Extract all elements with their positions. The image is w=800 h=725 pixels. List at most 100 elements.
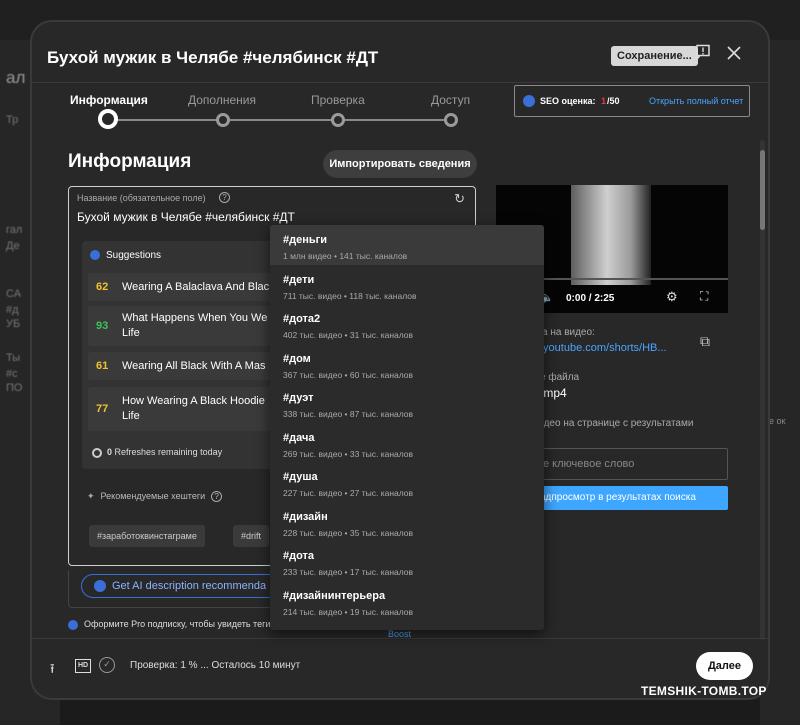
hashtag-option-tag: #дизайн xyxy=(283,510,328,523)
check-icon: ✓ xyxy=(99,657,115,673)
extension-logo-icon xyxy=(68,619,78,630)
hashtag-option-stats: 233 тыс. видео • 17 тыс. каналов xyxy=(283,567,414,577)
suggestion-text: How Wearing A Black Hoodie Life xyxy=(122,395,265,422)
bg-text: Тр xyxy=(6,114,19,126)
suggestion-item[interactable]: 62 Wearing A Balaclava And Blac xyxy=(88,273,282,301)
hashtag-option[interactable]: #дизайн 228 тыс. видео • 35 тыс. каналов xyxy=(270,502,544,542)
step-dot-access[interactable] xyxy=(444,113,458,127)
hashtag-option-tag: #дота xyxy=(283,550,315,562)
save-status-badge: Сохранение... xyxy=(611,46,698,66)
video-link[interactable]: /youtube.com/shorts/HB... xyxy=(540,342,667,354)
refreshes-count: 0 xyxy=(107,447,113,457)
hashtag-option-stats: 1 млн видео • 141 тыс. каналов xyxy=(283,251,408,261)
hashtag-option[interactable]: #дача 269 тыс. видео • 33 тыс. каналов xyxy=(270,423,544,463)
feedback-icon[interactable] xyxy=(692,44,714,66)
hashtag-option-tag: #душа xyxy=(283,471,318,483)
hashtag-chip[interactable]: #заработоквинстаграме xyxy=(89,525,205,547)
upload-icon[interactable]: ⭱ xyxy=(50,660,55,682)
hashtag-option[interactable]: #дизайнинтерьера 214 тыс. видео • 19 тыс… xyxy=(270,581,544,621)
hashtag-option-stats: 338 тыс. видео • 87 тыс. каналов xyxy=(283,409,414,419)
scrollbar-thumb[interactable] xyxy=(760,150,765,230)
hashtag-dropdown: #деньги 1 млн видео • 141 тыс. каналов #… xyxy=(270,225,544,630)
hashtag-option[interactable]: #дота2 402 тыс. видео • 31 тыс. каналов xyxy=(270,304,544,344)
extension-logo-icon xyxy=(94,580,106,592)
watermark: TEMSHIK-TOMB.TOP xyxy=(641,684,767,698)
stepper-line xyxy=(116,119,451,121)
next-button[interactable]: Далее xyxy=(696,652,753,680)
hashtag-option[interactable]: #душа 227 тыс. видео • 27 тыс. каналов xyxy=(270,462,544,502)
bg-text: Де xyxy=(6,240,20,252)
refreshes-text: Refreshes remaining today xyxy=(114,447,223,457)
bg-text: Ты xyxy=(6,352,21,364)
hashtag-option-tag: #дуэт xyxy=(283,392,314,404)
suggestion-text: Wearing All Black With A Mas xyxy=(122,360,266,372)
bg-text: ПО xyxy=(6,382,23,394)
import-details-button[interactable]: Импортировать сведения xyxy=(323,150,477,178)
video-frame xyxy=(571,185,651,285)
step-label-check[interactable]: Проверка xyxy=(311,93,365,107)
bg-text: УБ xyxy=(6,318,21,330)
hashtag-option[interactable]: #дота 233 тыс. видео • 17 тыс. каналов xyxy=(270,541,544,581)
hashtag-option[interactable]: #дуэт 338 тыс. видео • 87 тыс. каналов xyxy=(270,383,544,423)
seo-max: /50 xyxy=(607,96,620,106)
suggestion-score: 61 xyxy=(96,360,109,372)
copy-icon[interactable]: ⧉ xyxy=(700,333,710,350)
suggestion-score: 77 xyxy=(96,403,109,415)
recommended-tags-text: Рекомендуемые хештеги xyxy=(100,491,206,501)
step-dot-check[interactable] xyxy=(331,113,345,127)
file-name-label: е файла xyxy=(540,372,580,383)
ai-button-label: Get AI description recommenda xyxy=(112,580,267,592)
suggestions-heading-text: Suggestions xyxy=(106,250,162,261)
hashtag-option-tag: #деньги xyxy=(283,234,327,246)
section-title: Информация xyxy=(68,151,192,172)
close-icon[interactable] xyxy=(723,44,745,66)
help-icon[interactable]: ? xyxy=(211,491,223,502)
step-label-extras[interactable]: Дополнения xyxy=(188,93,256,107)
scrollbar[interactable] xyxy=(760,140,765,640)
bg-text: #с xyxy=(6,368,18,380)
suggestion-item[interactable]: 61 Wearing All Black With A Mas xyxy=(88,352,282,380)
bg-text: гал xyxy=(6,224,23,236)
seo-label: SEO оценка: xyxy=(540,96,596,106)
header-divider xyxy=(30,82,770,83)
refresh-icon[interactable]: ↻ xyxy=(454,191,465,207)
help-icon[interactable]: ? xyxy=(219,192,230,203)
hashtag-chip[interactable]: #drift xyxy=(233,525,270,547)
seo-score-box: SEO оценка: 1 /50 Открыть полный отчет xyxy=(514,85,750,117)
dialog-title: Бухой мужик в Челябе #челябинск #ДТ xyxy=(47,48,379,67)
refreshes-remaining: 0 Refreshes remaining today xyxy=(92,447,222,458)
sparkle-icon: ✦ xyxy=(87,491,95,501)
title-field-label: Название (обязательное поле) xyxy=(77,193,206,203)
hashtag-option-tag: #дом xyxy=(283,352,311,365)
hashtag-option-stats: 367 тыс. видео • 60 тыс. каналов xyxy=(283,369,414,380)
pro-note-text: Оформите Pro подписку, чтобы увидеть тег… xyxy=(84,619,271,629)
extension-logo-icon xyxy=(523,95,535,107)
gear-icon[interactable]: ⚙ xyxy=(666,289,678,305)
step-dot-extras[interactable] xyxy=(216,113,230,127)
suggestion-text: Wearing A Balaclava And Blac xyxy=(122,281,270,293)
seo-report-link[interactable]: Открыть полный отчет xyxy=(649,96,743,106)
fullscreen-icon[interactable]: ⛶ xyxy=(700,289,708,304)
hashtag-option-stats: 214 тыс. видео • 19 тыс. каналов xyxy=(283,606,414,617)
hashtag-option-stats: 269 тыс. видео • 33 тыс. каналов xyxy=(283,448,414,459)
hashtag-option-tag: #дача xyxy=(283,431,315,444)
hashtag-option[interactable]: #дом 367 тыс. видео • 60 тыс. каналов xyxy=(270,344,544,384)
title-input[interactable]: Бухой мужик в Челябе #челябинск #ДТ xyxy=(77,210,295,224)
hashtag-option-stats: 228 тыс. видео • 35 тыс. каналов xyxy=(283,527,414,538)
step-label-info[interactable]: Информация xyxy=(70,93,148,107)
hashtag-option[interactable]: #дети 711 тыс. видео • 118 тыс. каналов xyxy=(270,265,544,305)
hd-icon: HD xyxy=(75,659,91,673)
bg-text: ал xyxy=(6,68,26,87)
step-label-access[interactable]: Доступ xyxy=(431,93,470,107)
suggestion-text: What Happens When You We Life xyxy=(122,312,268,339)
suggestion-item[interactable]: 93 What Happens When You We Life xyxy=(88,306,282,346)
hashtag-option-stats: 402 тыс. видео • 31 тыс. каналов xyxy=(283,330,414,340)
suggestion-score: 62 xyxy=(96,281,109,293)
hashtag-option[interactable]: #деньги 1 млн видео • 141 тыс. каналов xyxy=(270,225,544,265)
footer-divider xyxy=(30,638,770,639)
recommended-tags-label: ✦ Рекомендуемые хештеги? xyxy=(87,491,223,502)
suggestions-panel: Suggestions 62 Wearing A Balaclava And B… xyxy=(82,241,282,469)
video-link-label: а на видео: xyxy=(542,327,595,338)
suggestion-item[interactable]: 77 How Wearing A Black Hoodie Life xyxy=(88,387,282,431)
step-dot-info[interactable] xyxy=(98,109,118,129)
